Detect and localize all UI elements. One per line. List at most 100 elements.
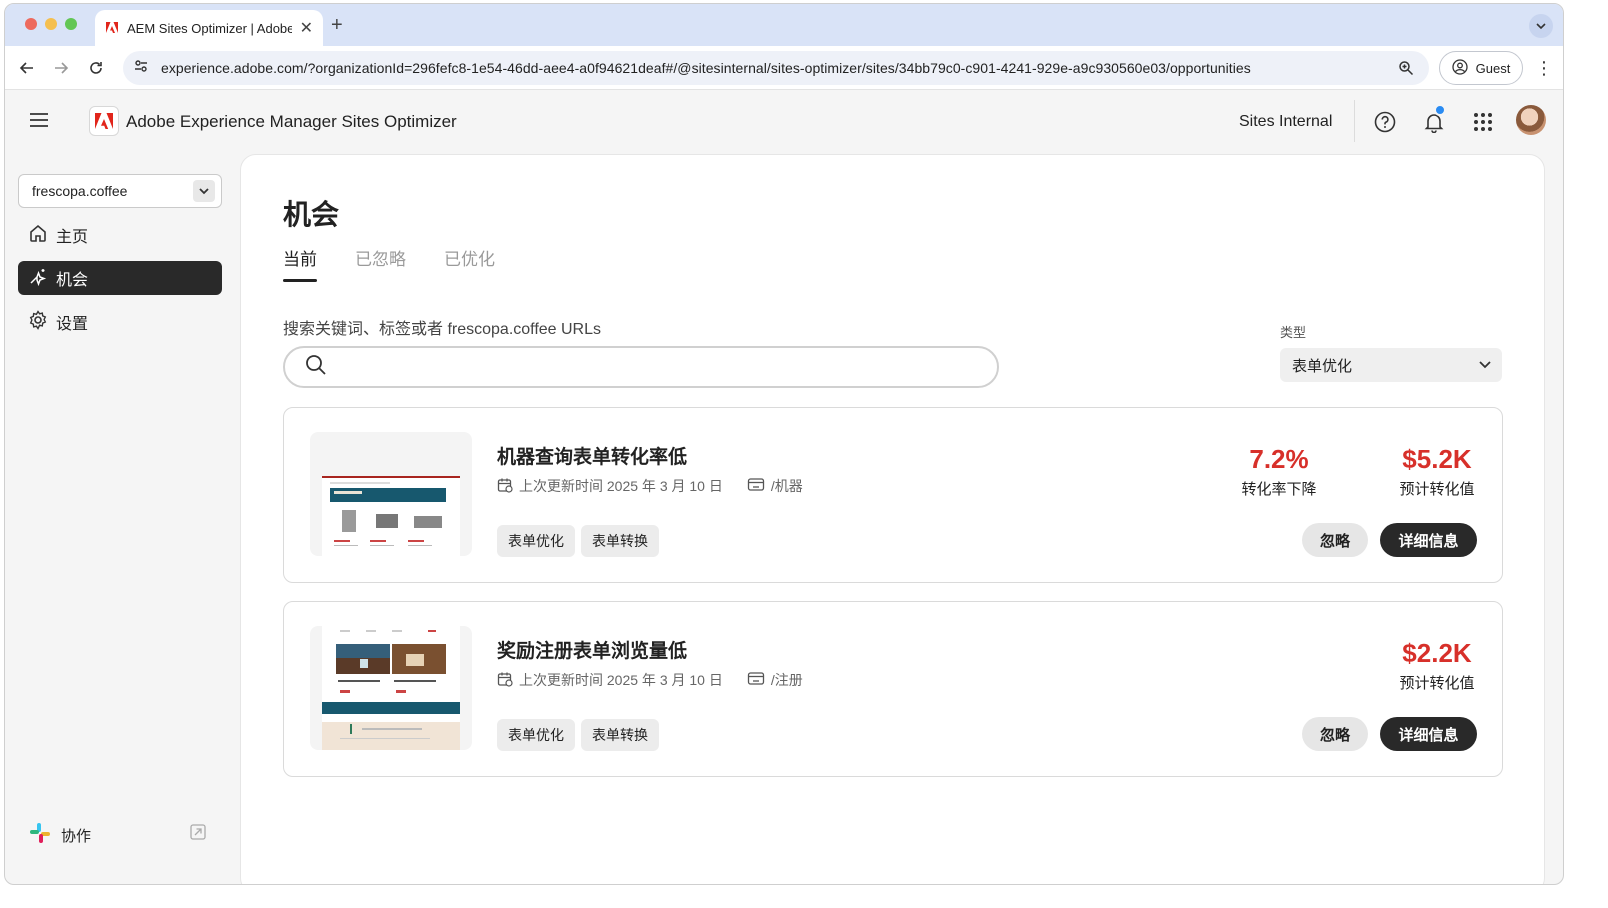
opportunity-card: 奖励注册表单浏览量低 上次更新时间 2025 年 3 月 10 日 /注册 表单… xyxy=(283,601,1503,777)
profile-icon xyxy=(1452,58,1468,78)
metric-label: 预计转化值 xyxy=(1399,481,1475,498)
minimize-window-button[interactable] xyxy=(45,18,57,30)
page-path-text: /机器 xyxy=(770,478,803,494)
sidebar: frescopa.coffee 主页 机会 设置 协作 xyxy=(5,154,239,884)
metric-value: $2.2K xyxy=(1402,638,1472,668)
metric-label: 转化率下降 xyxy=(1241,481,1317,498)
tag: 表单转换 xyxy=(581,719,659,751)
app-title[interactable]: Adobe Experience Manager Sites Optimizer xyxy=(126,112,457,132)
gear-icon xyxy=(28,309,48,335)
profile-label: Guest xyxy=(1475,60,1511,76)
last-updated-text: 上次更新时间 2025 年 3 月 10 日 xyxy=(519,672,723,688)
opportunity-icon xyxy=(28,266,48,291)
opportunity-title[interactable]: 机器查询表单转化率低 xyxy=(497,442,687,469)
tab-ignored[interactable]: 已忽略 xyxy=(355,245,406,282)
page-title: 机会 xyxy=(283,199,340,230)
tab-current[interactable]: 当前 xyxy=(283,245,317,282)
adobe-logo-icon[interactable] xyxy=(89,106,119,136)
address-bar[interactable]: experience.adobe.com/?organizationId=296… xyxy=(123,51,1429,85)
page-thumbnail xyxy=(310,626,472,750)
opportunity-card: 机器查询表单转化率低 上次更新时间 2025 年 3 月 10 日 /机器 表单… xyxy=(283,407,1503,583)
type-filter-label: 类型 xyxy=(1280,325,1307,340)
opportunity-meta: 上次更新时间 2025 年 3 月 10 日 /机器 xyxy=(497,476,827,496)
metric-value: 7.2% xyxy=(1249,444,1309,474)
web-page-icon xyxy=(747,671,765,690)
site-selector-value: frescopa.coffee xyxy=(32,183,128,199)
tab-strip: AEM Sites Optimizer | Adobe ✕ + xyxy=(5,4,1563,46)
search-icon xyxy=(305,354,327,381)
search-field[interactable] xyxy=(283,346,999,388)
reload-icon[interactable] xyxy=(86,58,106,78)
opportunity-title[interactable]: 奖励注册表单浏览量低 xyxy=(497,636,687,663)
web-page-icon xyxy=(747,477,765,496)
help-icon[interactable] xyxy=(1373,110,1397,134)
tab-close-icon[interactable]: ✕ xyxy=(300,18,313,38)
conversion-drop-metric: 7.2% 转化率下降 xyxy=(1239,444,1319,499)
calendar-icon xyxy=(497,477,513,496)
adobe-favicon-icon xyxy=(105,21,119,35)
ignore-button[interactable]: 忽略 xyxy=(1302,717,1368,751)
forward-arrow-icon[interactable] xyxy=(51,58,71,78)
browser-window: AEM Sites Optimizer | Adobe ✕ + experien… xyxy=(4,3,1564,885)
notification-bell-icon[interactable] xyxy=(1422,104,1446,134)
browser-menu-icon[interactable]: ⋮ xyxy=(1535,58,1553,79)
tag-list: 表单优化 表单转换 xyxy=(497,525,659,557)
browser-toolbar: experience.adobe.com/?organizationId=296… xyxy=(5,46,1563,90)
home-icon xyxy=(28,223,48,248)
details-button[interactable]: 详细信息 xyxy=(1380,717,1477,751)
header-divider xyxy=(1354,100,1355,142)
sidebar-item-settings[interactable]: 设置 xyxy=(18,305,222,339)
tab-title: AEM Sites Optimizer | Adobe xyxy=(127,20,292,36)
page-thumbnail xyxy=(310,432,472,556)
metric-value: $5.2K xyxy=(1402,444,1472,474)
tag: 表单优化 xyxy=(497,719,575,751)
collaboration-link[interactable]: 协作 xyxy=(29,822,91,848)
maximize-window-button[interactable] xyxy=(65,18,77,30)
opportunity-tabs: 当前 已忽略 已优化 xyxy=(283,245,495,282)
sidebar-item-opportunities[interactable]: 机会 xyxy=(18,261,222,295)
calendar-icon xyxy=(497,671,513,690)
site-settings-icon[interactable] xyxy=(133,58,149,79)
slack-icon xyxy=(29,822,51,848)
hamburger-menu-icon[interactable] xyxy=(29,112,49,133)
ignore-button[interactable]: 忽略 xyxy=(1302,523,1368,557)
metric-label: 预计转化值 xyxy=(1399,675,1475,692)
opportunity-meta: 上次更新时间 2025 年 3 月 10 日 /注册 xyxy=(497,670,827,690)
collab-label: 协作 xyxy=(61,827,92,845)
tab-search-button[interactable] xyxy=(1529,14,1553,38)
new-tab-button[interactable]: + xyxy=(331,14,343,37)
sidebar-item-home[interactable]: 主页 xyxy=(18,218,222,252)
sidebar-item-label: 设置 xyxy=(56,316,89,333)
projected-value-metric: $5.2K 预计转化值 xyxy=(1392,444,1482,499)
browser-tab[interactable]: AEM Sites Optimizer | Adobe ✕ xyxy=(95,10,323,46)
sidebar-item-label: 机会 xyxy=(56,272,89,289)
main-panel: 机会 当前 已忽略 已优化 搜索关键词、标签或者 frescopa.coffee… xyxy=(240,154,1545,884)
tag-list: 表单优化 表单转换 xyxy=(497,719,659,751)
tag: 表单转换 xyxy=(581,525,659,557)
org-switcher[interactable]: Sites Internal xyxy=(1239,113,1332,131)
details-button[interactable]: 详细信息 xyxy=(1380,523,1477,557)
search-label: 搜索关键词、标签或者 frescopa.coffee URLs xyxy=(283,321,602,338)
app-switcher-icon[interactable] xyxy=(1471,110,1495,134)
app-header: Adobe Experience Manager Sites Optimizer… xyxy=(5,90,1563,154)
type-filter-select[interactable]: 表单优化 xyxy=(1280,348,1502,382)
user-avatar[interactable] xyxy=(1516,105,1546,135)
close-window-button[interactable] xyxy=(25,18,37,30)
search-input[interactable] xyxy=(335,358,997,376)
last-updated-text: 上次更新时间 2025 年 3 月 10 日 xyxy=(519,478,723,494)
page-path-text: /注册 xyxy=(770,672,803,688)
projected-value-metric: $2.2K 预计转化值 xyxy=(1392,638,1482,693)
external-link-icon[interactable] xyxy=(189,823,207,846)
chevron-down-icon[interactable] xyxy=(193,180,215,202)
back-arrow-icon[interactable] xyxy=(17,58,37,78)
tag: 表单优化 xyxy=(497,525,575,557)
tab-optimized[interactable]: 已优化 xyxy=(444,245,495,282)
sidebar-item-label: 主页 xyxy=(56,229,89,246)
notification-badge xyxy=(1434,104,1446,116)
url-text[interactable]: experience.adobe.com/?organizationId=296… xyxy=(161,60,1395,76)
zoom-icon[interactable] xyxy=(1395,60,1417,76)
site-selector[interactable]: frescopa.coffee xyxy=(18,174,222,208)
type-filter-value: 表单优化 xyxy=(1292,357,1353,375)
profile-button[interactable]: Guest xyxy=(1439,51,1523,85)
chevron-down-icon xyxy=(1478,357,1492,375)
